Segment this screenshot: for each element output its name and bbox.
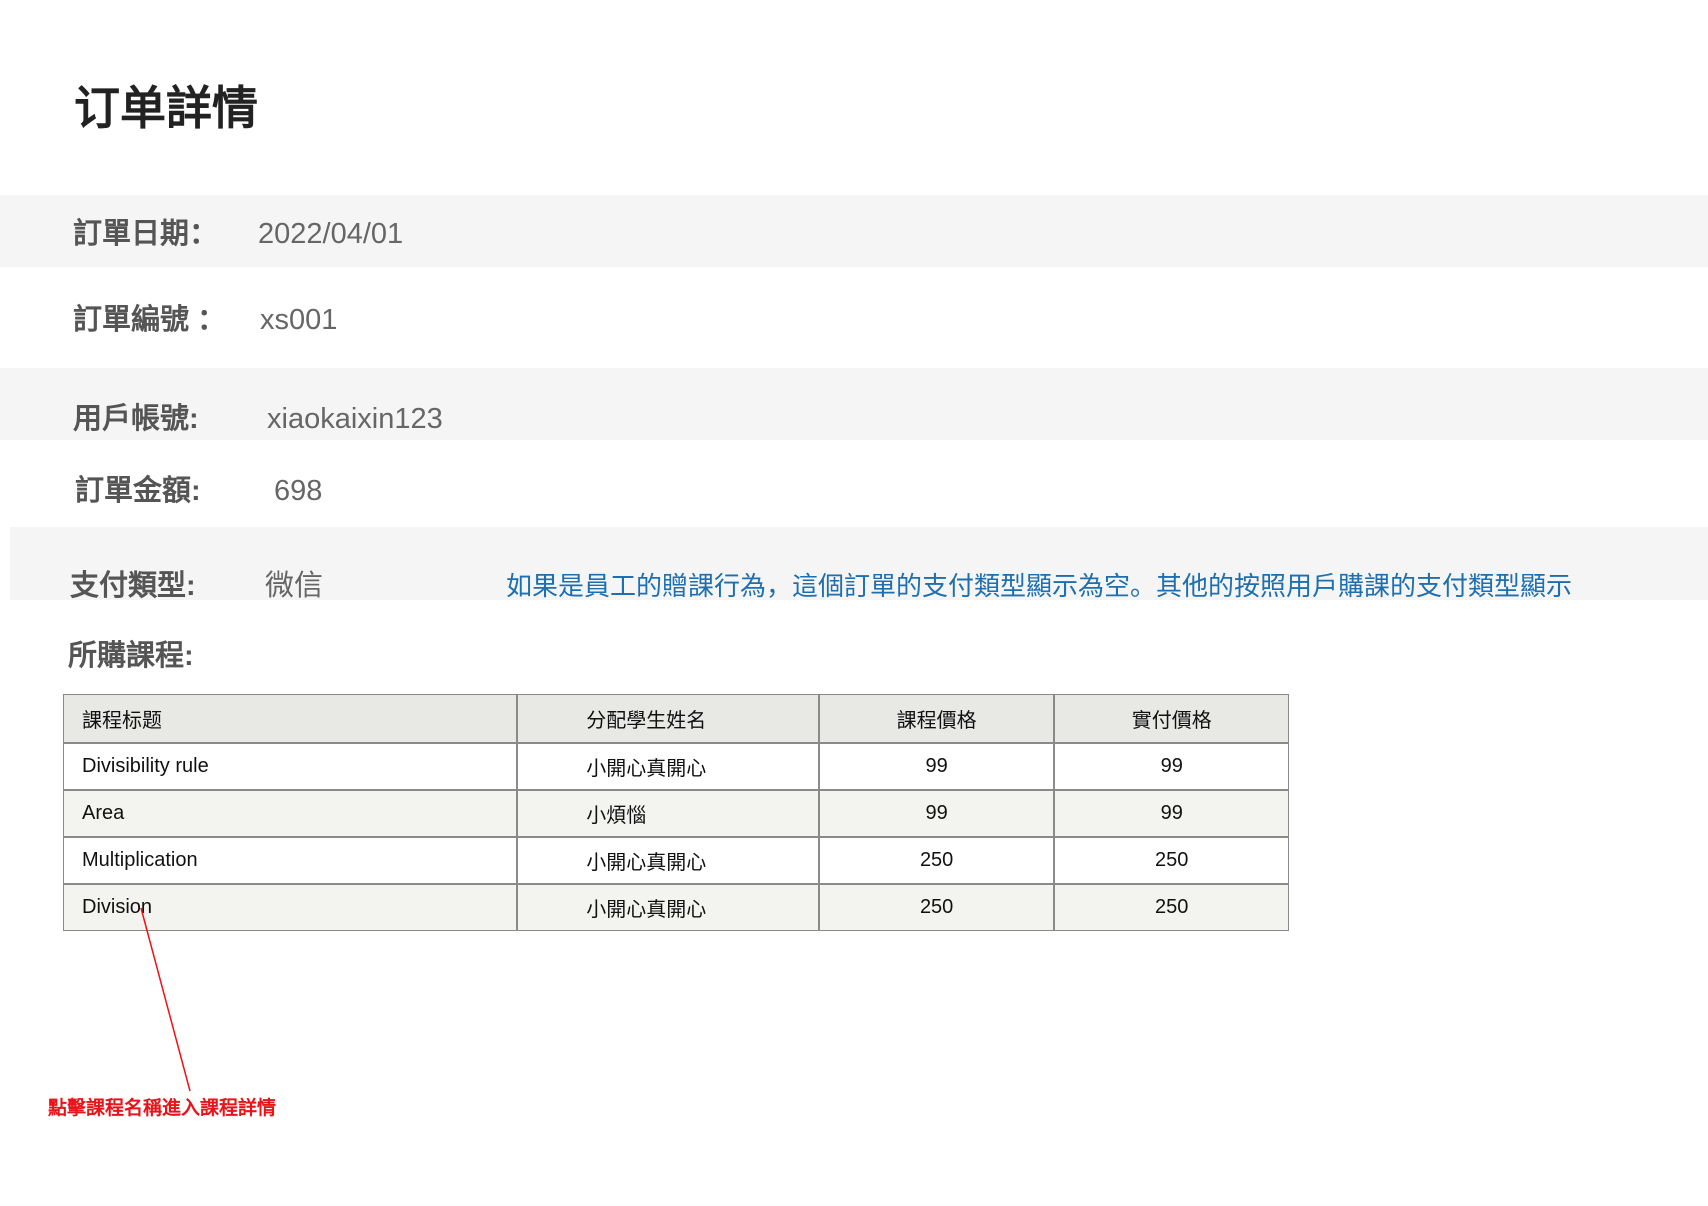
annotation-pointer-line (140, 907, 191, 1092)
annotation-note: 點擊課程名稱進入課程詳情 (48, 1098, 277, 1119)
